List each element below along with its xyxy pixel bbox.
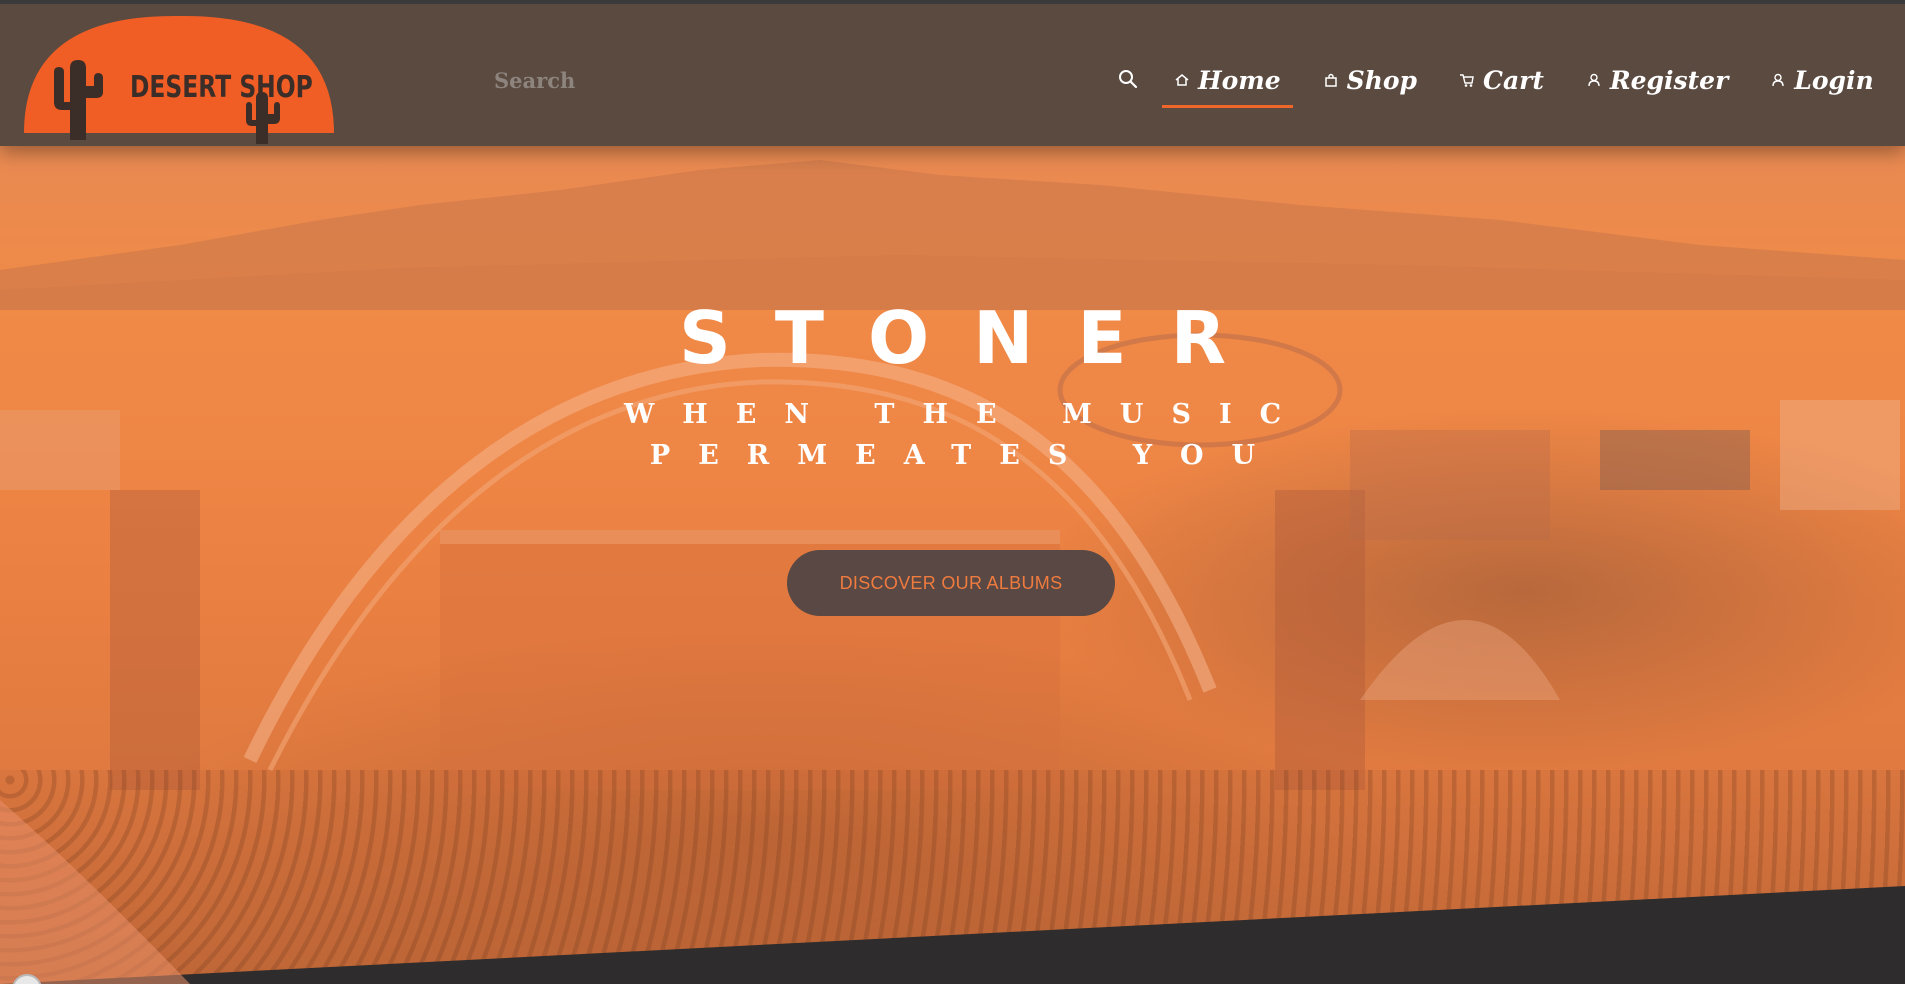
logo-text: DESERT SHOP <box>130 70 313 105</box>
shopping-bag-icon <box>1324 73 1337 87</box>
nav-shop[interactable]: Shop <box>1311 54 1429 106</box>
hero-subtitle-line2: PERMEATES YOU <box>649 440 1284 471</box>
nav-login[interactable]: Login <box>1758 54 1874 106</box>
nav-home[interactable]: Home <box>1162 54 1293 108</box>
logo[interactable]: DESERT SHOP <box>24 14 334 144</box>
user-icon <box>1772 73 1784 87</box>
mountain-ridge <box>0 160 1905 310</box>
hero-subtitle-line1: WHEN THE MUSIC <box>623 399 1310 430</box>
cart-icon <box>1460 74 1474 87</box>
discover-albums-button[interactable]: DISCOVER OUR ALBUMS <box>787 550 1115 616</box>
crowd-background <box>0 770 1905 984</box>
nav-register-label: Register <box>1609 65 1729 95</box>
main-nav: Home Shop Cart Register Login <box>1162 54 1874 108</box>
nav-shop-label: Shop <box>1346 65 1418 95</box>
nav-cart[interactable]: Cart <box>1447 54 1556 106</box>
home-icon <box>1175 74 1189 86</box>
nav-cart-label: Cart <box>1483 65 1544 95</box>
nav-home-label: Home <box>1198 65 1281 95</box>
nav-register[interactable]: Register <box>1574 54 1740 106</box>
hero-section <box>0 0 1905 984</box>
hero-title: STONER <box>678 296 1271 380</box>
nav-login-label: Login <box>1794 65 1874 95</box>
user-icon <box>1588 73 1600 87</box>
site-header: DESERT SHOP Home Shop Cart <box>0 0 1905 146</box>
search-icon[interactable] <box>1117 68 1139 90</box>
search-input[interactable] <box>494 62 914 98</box>
